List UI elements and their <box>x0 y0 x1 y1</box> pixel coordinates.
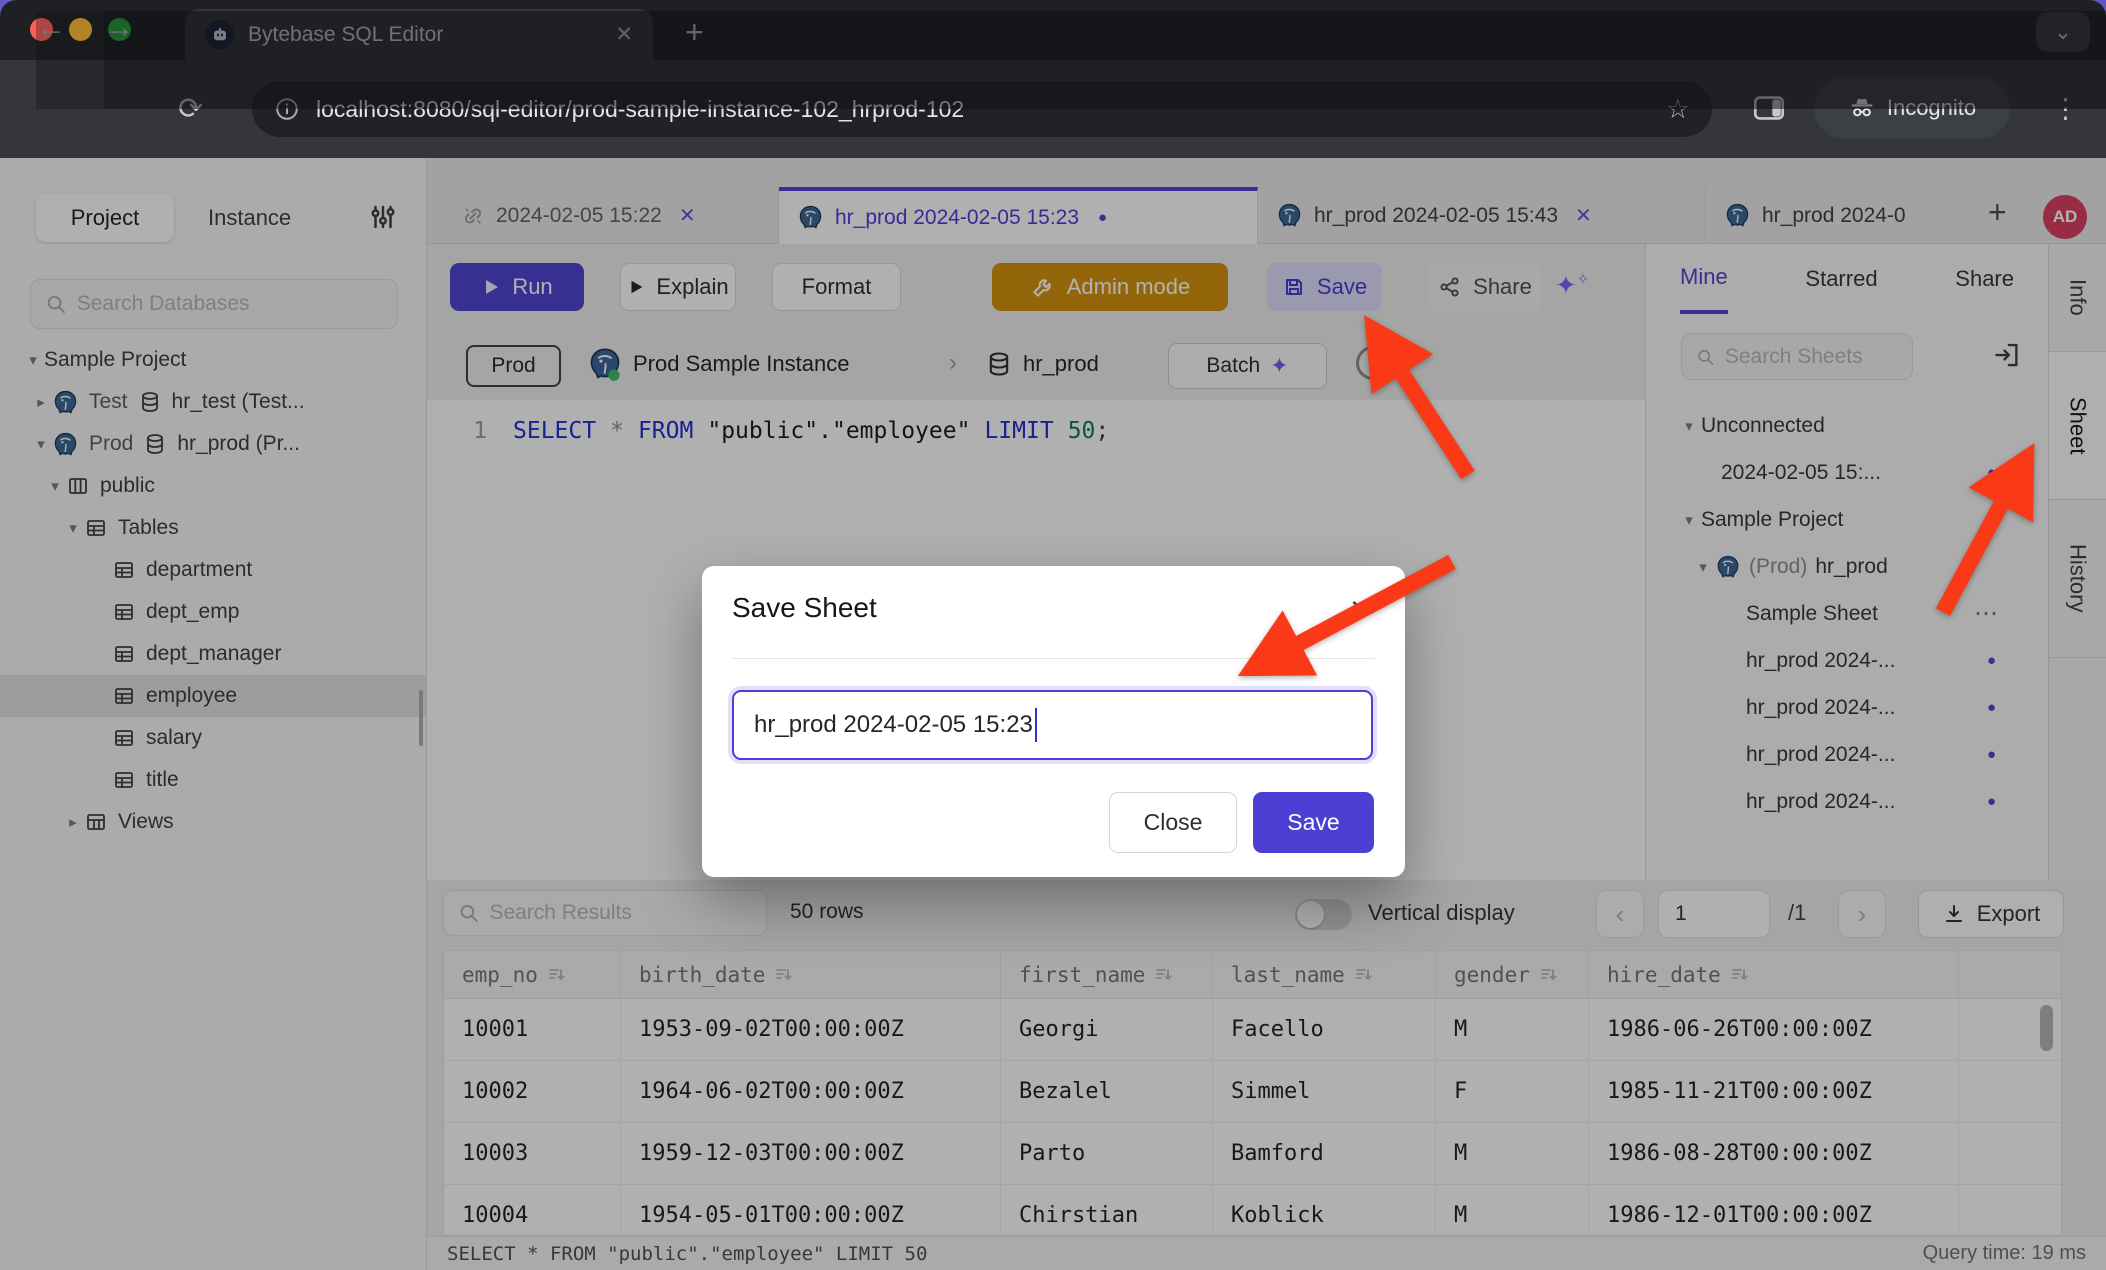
dialog-title: Save Sheet <box>732 592 877 624</box>
forward-icon[interactable]: → <box>104 11 2106 109</box>
sheet-name-value: hr_prod 2024-02-05 15:23 <box>754 711 1033 739</box>
bytebase-app: Project Instance ▾ Sample Project ▸ Test <box>0 158 2106 1270</box>
text-caret <box>1035 708 1038 742</box>
dialog-close-button[interactable]: Close <box>1109 792 1237 853</box>
save-sheet-dialog: Save Sheet ✕ hr_prod 2024-02-05 15:23 Cl… <box>702 566 1405 877</box>
dialog-divider <box>732 658 1375 659</box>
sheet-name-input[interactable]: hr_prod 2024-02-05 15:23 <box>732 690 1373 760</box>
browser-navbar: ← → ⟳ localhost:8080/sql-editor/prod-sam… <box>0 60 2106 158</box>
dialog-save-button[interactable]: Save <box>1253 792 1374 853</box>
dialog-close-icon[interactable]: ✕ <box>1349 594 1371 625</box>
browser-window: Bytebase SQL Editor ✕ + ⌄ ← → ⟳ localhos… <box>0 0 2106 1270</box>
